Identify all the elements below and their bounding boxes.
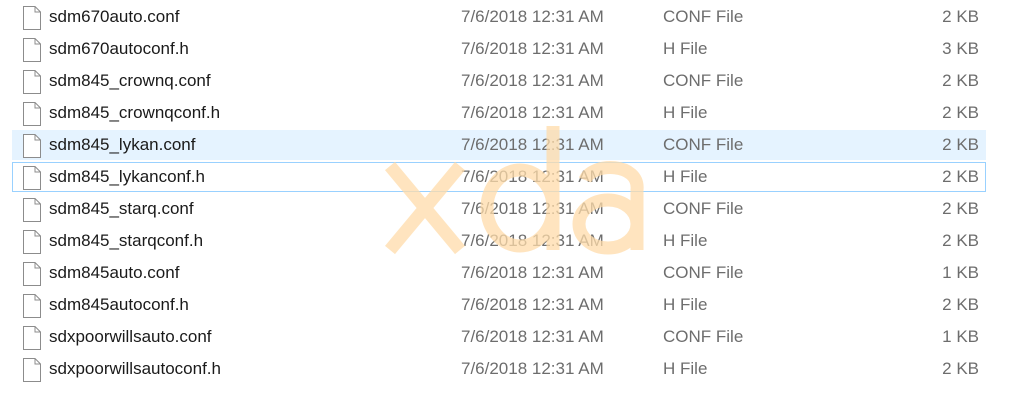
file-name: sdm845_crownqconf.h [49,103,221,122]
document-file-icon [22,6,42,30]
file-name: sdm845_lykanconf.h [49,167,205,186]
file-size: 2 KB [942,103,979,122]
file-row-focused[interactable]: sdm845_lykanconf.h 7/6/2018 12:31 AM H F… [12,162,986,192]
document-file-icon [22,134,42,158]
file-row-hovered[interactable]: sdm845_lykan.conf 7/6/2018 12:31 AM CONF… [12,130,986,160]
file-date-modified: 7/6/2018 12:31 AM [461,71,604,90]
file-name: sdm845_crownq.conf [49,71,211,90]
file-row[interactable]: sdm845_crownq.conf 7/6/2018 12:31 AM CON… [12,66,986,96]
file-date-modified: 7/6/2018 12:31 AM [461,199,604,218]
file-row[interactable]: sdm845_crownqconf.h 7/6/2018 12:31 AM H … [12,98,986,128]
file-name: sdm845autoconf.h [49,295,189,314]
file-date-modified: 7/6/2018 12:31 AM [461,7,604,26]
file-row[interactable]: sdm845autoconf.h 7/6/2018 12:31 AM H Fil… [12,290,986,320]
document-file-icon [22,294,42,318]
file-size: 2 KB [942,231,979,250]
document-file-icon [22,262,42,286]
file-name: sdm845_lykan.conf [49,135,196,154]
file-date-modified: 7/6/2018 12:31 AM [461,231,604,250]
document-file-icon [22,230,42,254]
file-type: CONF File [663,263,744,282]
file-size: 3 KB [942,39,979,58]
file-size: 2 KB [942,359,979,378]
file-type: H File [663,359,708,378]
file-row[interactable]: sdm845auto.conf 7/6/2018 12:31 AM CONF F… [12,258,986,288]
file-date-modified: 7/6/2018 12:31 AM [461,359,604,378]
file-name: sdm845auto.conf [49,263,180,282]
file-name: sdm845_starq.conf [49,199,194,218]
file-date-modified: 7/6/2018 12:31 AM [461,295,604,314]
file-type: CONF File [663,71,744,90]
file-type: CONF File [663,135,744,154]
file-date-modified: 7/6/2018 12:31 AM [461,39,604,58]
file-size: 1 KB [942,327,979,346]
file-size: 2 KB [942,167,979,186]
file-date-modified: 7/6/2018 12:31 AM [461,263,604,282]
file-size: 1 KB [942,263,979,282]
file-row[interactable]: sdm670autoconf.h 7/6/2018 12:31 AM H Fil… [12,34,986,64]
file-row[interactable]: sdm845_starq.conf 7/6/2018 12:31 AM CONF… [12,194,986,224]
file-type: H File [663,167,708,186]
file-name: sdm670auto.conf [49,7,180,26]
file-size: 2 KB [942,295,979,314]
file-row[interactable]: sdm670auto.conf 7/6/2018 12:31 AM CONF F… [12,2,986,32]
file-type: CONF File [663,199,744,218]
document-file-icon [22,38,42,62]
file-name: sdm845_starqconf.h [49,231,204,250]
document-file-icon [22,326,42,350]
document-file-icon [22,102,42,126]
file-date-modified: 7/6/2018 12:31 AM [461,103,604,122]
file-row[interactable]: sdxpoorwillsauto.conf 7/6/2018 12:31 AM … [12,322,986,352]
file-name: sdxpoorwillsauto.conf [49,327,212,346]
file-size: 2 KB [942,7,979,26]
file-size: 2 KB [942,135,979,154]
file-size: 2 KB [942,199,979,218]
file-type: CONF File [663,327,744,346]
file-date-modified: 7/6/2018 12:31 AM [461,327,604,346]
file-type: H File [663,231,708,250]
file-name: sdm670autoconf.h [49,39,189,58]
file-date-modified: 7/6/2018 12:31 AM [461,167,604,186]
document-file-icon [22,166,42,190]
document-file-icon [22,198,42,222]
file-date-modified: 7/6/2018 12:31 AM [461,135,604,154]
file-size: 2 KB [942,71,979,90]
file-type: H File [663,103,708,122]
file-row[interactable]: sdm845_starqconf.h 7/6/2018 12:31 AM H F… [12,226,986,256]
file-type: H File [663,295,708,314]
document-file-icon [22,358,42,382]
file-row[interactable]: sdxpoorwillsautoconf.h 7/6/2018 12:31 AM… [12,354,986,384]
document-file-icon [22,70,42,94]
file-name: sdxpoorwillsautoconf.h [49,359,221,378]
file-type: CONF File [663,7,744,26]
file-type: H File [663,39,708,58]
